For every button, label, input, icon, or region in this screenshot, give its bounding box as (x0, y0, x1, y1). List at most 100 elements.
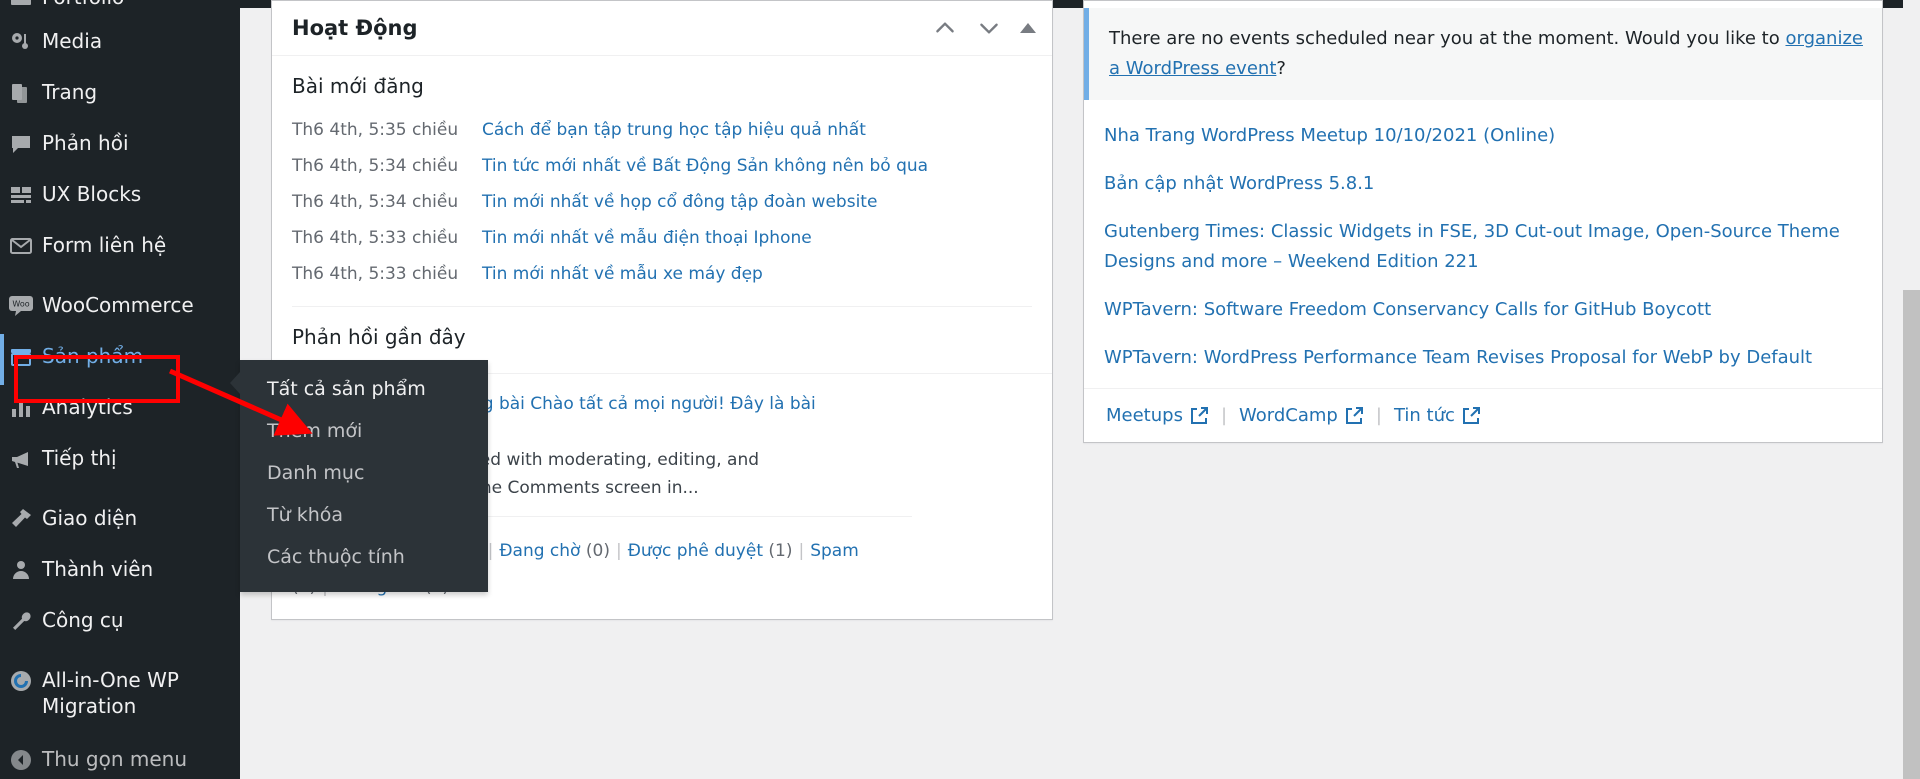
sidebar-item-portfolio[interactable]: Portfolio (0, 0, 240, 19)
recent-post-row: Th6 4th, 5:33 chiều Tin mới nhất về mẫu x… (292, 256, 1032, 292)
filter-separator: | (798, 541, 805, 561)
sidebar-item-label: All-in-One WP Migration (42, 668, 179, 718)
submenu-item-th-m-m-i[interactable]: Thêm mới (240, 410, 488, 452)
recent-post-row: Th6 4th, 5:33 chiều Tin mới nhất về mẫu đ… (292, 220, 1032, 256)
sidebar-item-thu-g-n-menu[interactable]: Thu gọn menu (0, 737, 240, 779)
news-footer-link-wordcamp[interactable]: WordCamp (1239, 405, 1364, 426)
products-icon (0, 343, 42, 369)
recent-post-link[interactable]: Tin mới nhất về mẫu điện thoại Iphone (482, 223, 812, 253)
sidebar-item-analytics[interactable]: Analytics (0, 385, 240, 436)
activity-widget-title: Hoạt Động (292, 16, 418, 40)
news-footer-link-label: Meetups (1106, 405, 1183, 426)
users-icon (0, 556, 42, 582)
sidebar-item-s-n-ph-m[interactable]: Sản phẩm (0, 334, 240, 385)
analytics-icon (0, 394, 42, 420)
sidebar-item-label: Trang (42, 80, 98, 104)
sidebar-item-label: Form liên hệ (42, 233, 167, 257)
woocommerce-icon: Woo (0, 292, 42, 318)
filter-separator: | (615, 541, 622, 561)
menu-separator (0, 649, 240, 658)
recent-post-link[interactable]: Tin mới nhất về họp cổ đông tập đoàn web… (482, 187, 877, 217)
recent-post-date: Th6 4th, 5:33 chiều (292, 264, 459, 284)
no-events-text-before: There are no events scheduled near you a… (1109, 28, 1786, 49)
media-icon (0, 28, 42, 54)
comment-filter-count: (1) (768, 541, 793, 561)
sidebar-item-label: Giao diện (42, 506, 138, 530)
news-footer-link-tin-t-c[interactable]: Tin tức (1394, 405, 1481, 426)
news-footer-link-label: Tin tức (1393, 405, 1455, 426)
submenu-item-t-t-c-s-n-ph-m[interactable]: Tất cả sản phẩm (240, 368, 488, 410)
page-scrollbar-thumb[interactable] (1903, 290, 1920, 779)
news-item[interactable]: Nha Trang WordPress Meetup 10/10/2021 (O… (1104, 112, 1862, 160)
sidebar-item-giao-di-n[interactable]: Giao diện (0, 496, 240, 547)
recent-post-date: Th6 4th, 5:33 chiều (292, 228, 459, 248)
sidebar-item-label: Công cụ (42, 608, 124, 632)
comment-filter-ang-ch[interactable]: Đang chờ (0) (499, 541, 610, 561)
move-up-icon[interactable] (932, 15, 958, 41)
news-list: Nha Trang WordPress Meetup 10/10/2021 (O… (1084, 100, 1882, 388)
footer-separator: | (1375, 405, 1382, 426)
submenu-item-c-c-thu-c-t-nh[interactable]: Các thuộc tính (240, 536, 488, 578)
mail-icon (0, 232, 42, 258)
toggle-panel-icon[interactable] (1020, 23, 1036, 33)
submenu-item-t-kh-a[interactable]: Từ khóa (240, 494, 488, 536)
sidebar-item-label: Tiếp thị (42, 446, 117, 470)
all-in-one-wp-migration-icon (0, 667, 42, 693)
comment-filter-count: (0) (585, 541, 610, 561)
recent-post-link[interactable]: Cách để bạn tập trung học tập hiệu quả n… (482, 115, 866, 145)
sidebar-item-ux-blocks[interactable]: UX Blocks (0, 172, 240, 223)
sidebar-item-label: Media (42, 29, 103, 53)
news-footer-link-meetups[interactable]: Meetups (1106, 405, 1209, 426)
recent-post-date: Th6 4th, 5:35 chiều (292, 120, 459, 140)
footer-separator: | (1220, 405, 1228, 426)
recent-post-date: Th6 4th, 5:34 chiều (292, 156, 459, 176)
external-link-icon (1344, 406, 1364, 426)
collapse-icon (0, 746, 42, 772)
appearance-icon (0, 505, 42, 531)
submenu-item-danh-m-c[interactable]: Danh mục (240, 452, 488, 494)
news-item[interactable]: Gutenberg Times: Classic Widgets in FSE,… (1104, 208, 1862, 286)
sidebar-item-woocommerce[interactable]: Woo WooCommerce (0, 283, 240, 334)
news-item[interactable]: WPTavern: WordPress Performance Team Rev… (1104, 334, 1862, 382)
pages-icon (0, 79, 42, 105)
news-footer-links: Meetups | WordCamp | Tin tức (1084, 388, 1882, 442)
sidebar-item-ti-p-th[interactable]: Tiếp thị (0, 436, 240, 487)
marketing-icon (0, 445, 42, 471)
activity-widget-body: Bài mới đăng Th6 4th, 5:35 chiều Cách để … (272, 56, 1052, 373)
news-footer-link-label: WordCamp (1239, 405, 1338, 426)
news-item[interactable]: WPTavern: Software Freedom Conservancy C… (1104, 286, 1862, 334)
ux-blocks-icon (0, 181, 42, 207)
recent-post-date: Th6 4th, 5:34 chiều (292, 192, 459, 212)
recent-post-row: Th6 4th, 5:34 chiều Tin tức mới nhất về B… (292, 148, 1032, 184)
recent-posts-list: Th6 4th, 5:35 chiều Cách để bạn tập trung… (292, 112, 1032, 292)
sidebar-item-label: Thu gọn menu (42, 747, 188, 771)
sidebar-item-label: Analytics (42, 395, 133, 419)
sidebar-item-all-in-one-wp-migration[interactable]: All-in-One WP Migration (0, 658, 240, 728)
sidebar-item-label: Sản phẩm (42, 344, 144, 368)
wordpress-admin-screen: Portfolio Media Trang Phản hồi UX Blocks Form… (0, 0, 1920, 779)
recent-post-link[interactable]: Tin tức mới nhất về Bất Động Sản không n… (482, 151, 928, 181)
svg-text:Woo: Woo (12, 300, 29, 309)
activity-widget-controls (932, 15, 1036, 41)
news-item[interactable]: Bản cập nhật WordPress 5.8.1 (1104, 160, 1862, 208)
tools-icon (0, 607, 42, 633)
sidebar-item-th-nh-vi-n[interactable]: Thành viên (0, 547, 240, 598)
dashboard-content: Hoạt Động Bài mới đăng Th6 4th, 5:35 chi… (240, 0, 1920, 779)
sidebar-item-media[interactable]: Media (0, 19, 240, 70)
sidebar-item-c-ng-c[interactable]: Công cụ (0, 598, 240, 649)
sidebar-item-label: WooCommerce (42, 293, 194, 317)
comment-filter-c-ph-duy-t[interactable]: Được phê duyệt (1) (628, 541, 793, 561)
no-events-notice: There are no events scheduled near you a… (1084, 8, 1882, 100)
sidebar-item-form-li-n-h[interactable]: Form liên hệ (0, 223, 240, 274)
events-and-news-widget: There are no events scheduled near you a… (1083, 0, 1883, 443)
sidebar-item-label: Thành viên (42, 557, 154, 581)
recent-post-link[interactable]: Tin mới nhất về mẫu xe máy đẹp (482, 259, 763, 289)
recent-post-row: Th6 4th, 5:34 chiều Tin mới nhất về họp c… (292, 184, 1032, 220)
recent-posts-heading: Bài mới đăng (292, 74, 424, 98)
products-submenu-flyout: Tất cả sản phẩm Thêm mới Danh mục Từ khóa Cá… (230, 360, 488, 592)
sidebar-item-ph-n-h-i[interactable]: Phản hồi (0, 121, 240, 172)
recent-comments-heading: Phản hồi gần đây (292, 325, 466, 349)
move-down-icon[interactable] (976, 15, 1002, 41)
portfolio-icon (0, 0, 42, 10)
sidebar-item-trang[interactable]: Trang (0, 70, 240, 121)
